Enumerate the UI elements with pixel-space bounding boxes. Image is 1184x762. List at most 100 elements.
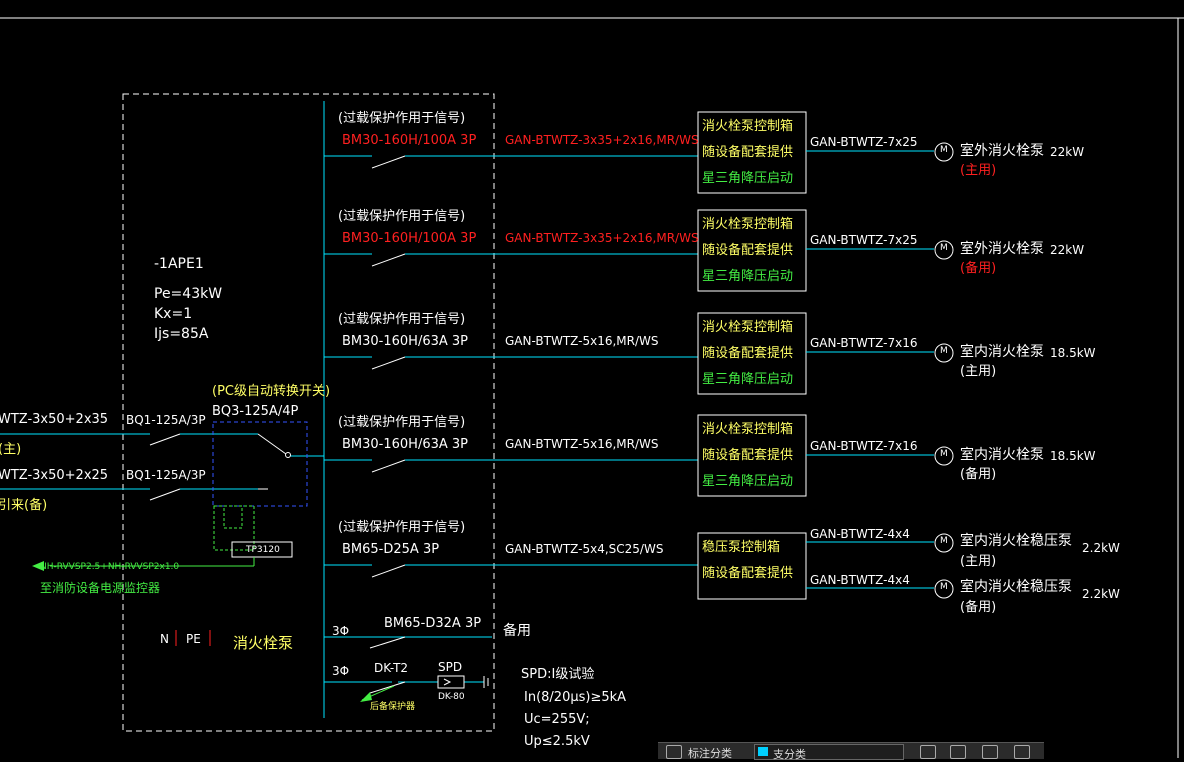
spare-phase: 3Φ [332,624,350,638]
motor-label-1: M [940,145,948,155]
load-name-4: 室内消火栓泵 [960,447,1044,463]
layer-state-icon[interactable] [1014,745,1030,759]
box-line-1-1: 消火栓泵控制箱 [702,119,794,134]
motor-label-3: M [940,346,948,356]
circuit-cable-2: GAN-BTWTZ-3x35+2x16,MR/WS [505,231,699,245]
circuit-cable-1: GAN-BTWTZ-3x35+2x16,MR/WS [505,133,699,147]
load-tag-5-1: (主用) [960,554,997,569]
circuit-breaker-5: BM65-D25A 3P [342,542,440,557]
load-name-1: 室外消火栓泵 [960,143,1044,159]
spd-spec-up: Up≤2.5kV [524,734,590,749]
load-power-5-1: 2.2kW [1082,541,1120,555]
circuit-cable-3: GAN-BTWTZ-5x16,MR/WS [505,334,659,348]
ats-note: (PC级自动转换开关) [212,384,331,399]
circuit-cable-4: GAN-BTWTZ-5x16,MR/WS [505,437,659,451]
load-cable-5-1: GAN-BTWTZ-4x4 [810,527,910,541]
incoming-breaker-1: BQ1-125A/3P [126,413,206,427]
breaker-contact-3 [371,356,406,370]
load-power-4: 18.5kW [1050,449,1096,463]
motor-label-5-2: M [940,582,948,592]
ats-controller: TP3120 [246,545,280,555]
spd-spec-uc: Uc=255V; [524,712,590,727]
match-layer-icon[interactable] [920,745,936,759]
box-line-2-3: 星三角降压启动 [702,269,794,284]
panel-title: 消火栓泵 [233,634,294,652]
box-line-2-1: 消火栓泵控制箱 [702,217,794,232]
incoming-breaker-2: BQ1-125A/3P [126,468,206,482]
load-power-5-2: 2.2kW [1082,587,1120,601]
panel-kx: Kx=1 [154,306,193,322]
box-line-4-2: 随设备配套提供 [702,448,794,463]
previous-layer-icon[interactable] [950,745,966,759]
spd-phase: 3Φ [332,664,350,678]
load-tag-3: (主用) [960,364,997,379]
load-cable-4: GAN-BTWTZ-7x16 [810,439,918,453]
breaker-contact-5 [371,564,406,578]
circuit-note-5: (过载保护作用于信号) [338,520,466,535]
spd-breaker: DK-T2 [374,661,409,675]
box-line-1-2: 随设备配套提供 [702,145,794,160]
circuit-note-2: (过载保护作用于信号) [338,209,466,224]
incoming-tag-2: 引来(备) [0,498,48,513]
circuit-note-4: (过载保护作用于信号) [338,415,466,430]
breaker-contact-1 [371,155,406,169]
circuit-cable-5: GAN-BTWTZ-5x4,SC25/WS [505,542,664,556]
spd-device-model: DK-80 [438,692,465,702]
box-line-3-2: 随设备配套提供 [702,346,794,361]
circuit-breaker-1: BM30-160H/100A 3P [342,133,477,148]
box-line-2-2: 随设备配套提供 [702,243,794,258]
box-line-4-1: 消火栓泵控制箱 [702,422,794,437]
load-tag-1: (主用) [960,163,997,178]
load-name-3: 室内消火栓泵 [960,344,1044,360]
box-line-4-3: 星三角降压启动 [702,474,794,489]
motor-label-4: M [940,449,948,459]
load-cable-3: GAN-BTWTZ-7x16 [810,336,918,350]
load-name-5-2: 室内消火栓稳压泵 [960,579,1072,595]
motor-label-5-1: M [940,536,948,546]
breaker-contact-2 [371,253,406,267]
pe-label: PE [186,632,201,646]
circuit-breaker-3: BM30-160H/63A 3P [342,334,469,349]
circuit-note-1: (过载保护作用于信号) [338,111,466,126]
load-power-3: 18.5kW [1050,346,1096,360]
box-line-3-3: 星三角降压启动 [702,372,794,387]
circuit-breaker-4: BM30-160H/63A 3P [342,437,469,452]
load-tag-4: (备用) [960,467,997,482]
load-power-1: 22kW [1050,145,1085,159]
spare-label: 备用 [503,623,531,639]
load-cable-2: GAN-BTWTZ-7x25 [810,233,918,247]
box-line-5-1: 稳压泵控制箱 [702,540,781,555]
motor-label-2: M [940,243,948,253]
load-cable-5-2: GAN-BTWTZ-4x4 [810,573,910,587]
panel-pe: Pe=43kW [154,286,223,302]
spd-spec-in: In(8/20μs)≥5kA [524,690,627,705]
spd-fault-note: 后备保护器 [370,702,416,712]
load-tag-2: (备用) [960,261,997,276]
box-line-5-2: 随设备配套提供 [702,566,794,581]
neutral-label: N [160,632,169,646]
breaker-contact-4 [371,459,406,473]
load-name-5-1: 室内消火栓稳压泵 [960,533,1072,549]
load-tag-5-2: (备用) [960,600,997,615]
layer-color-swatch [758,747,768,756]
layer-dropdown-value: 支分类 [773,748,806,761]
layer-properties-icon[interactable] [666,745,682,759]
load-name-2: 室外消火栓泵 [960,241,1044,257]
ats-model: BQ3-125A/4P [212,404,299,419]
circuit-note-3: (过载保护作用于信号) [338,312,466,327]
box-line-1-3: 星三角降压启动 [702,171,794,186]
drawing-frame [0,17,1184,758]
copy-layer-icon[interactable] [982,745,998,759]
spd-spec-title: SPD:I级试验 [521,667,595,682]
incoming-tag-1: (主) [0,442,22,457]
panel-ijs: Ijs=85A [154,326,209,342]
panel-name: -1APE1 [154,256,204,272]
layer-category-label: 标注分类 [688,747,732,760]
incoming-cable-2: WTZ-3x50+2x25 [0,468,109,483]
incoming-cable-1: WTZ-3x50+2x35 [0,412,109,427]
circuit-breaker-2: BM30-160H/100A 3P [342,231,477,246]
box-line-3-1: 消火栓泵控制箱 [702,320,794,335]
spare-breaker: BM65-D32A 3P [384,616,482,631]
monitor-note: 至消防设备电源监控器 [40,581,161,595]
schematic-canvas[interactable] [0,0,1184,758]
